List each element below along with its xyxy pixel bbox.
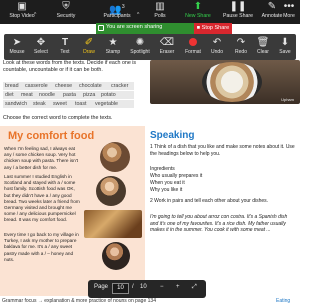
select-arrows-icon: ✥ bbox=[36, 37, 46, 48]
vocab-word: cracker bbox=[111, 83, 129, 89]
draw-pen-icon: ✐ bbox=[84, 37, 94, 48]
page-label: Page bbox=[94, 284, 109, 290]
footer-eating-label: Eating bbox=[276, 298, 291, 304]
undo-tool[interactable]: ↶ Undo bbox=[206, 36, 228, 58]
text-tool[interactable]: T Text bbox=[54, 36, 76, 58]
grammar-focus-note: Grammar focus → explanation & more pract… bbox=[2, 298, 156, 304]
story-paragraph: When I'm feeling sad, I always eat any /… bbox=[4, 146, 79, 170]
heading-item: Why you like it bbox=[150, 187, 183, 193]
trash-icon: 🗑 bbox=[256, 37, 270, 48]
speaking-question-1: 1 Think of a dish that you like and make… bbox=[150, 144, 295, 157]
vocab-row: diet meat noodle pasta pizza potato bbox=[3, 91, 134, 99]
page-total: 10 bbox=[140, 284, 147, 290]
screen-share-icon bbox=[98, 25, 104, 31]
vocab-word: chocolate bbox=[79, 83, 102, 89]
speaking-heading: Speaking bbox=[150, 130, 195, 141]
stamp-tool[interactable]: ★ Stamp bbox=[102, 36, 124, 58]
stop-video-button[interactable]: ▣ Stop Video bbox=[0, 1, 44, 23]
stop-share-button[interactable]: ■ Stop Share bbox=[194, 23, 232, 34]
new-share-button[interactable]: ⬆ New Share bbox=[176, 1, 220, 23]
person-photo bbox=[96, 176, 126, 206]
example-answer: I'm going to tell you about arroz con co… bbox=[150, 214, 288, 234]
more-dots-icon: ••• bbox=[283, 1, 295, 12]
vocab-word: steak bbox=[33, 101, 46, 107]
heading-item: Ingredients bbox=[150, 166, 175, 172]
fullscreen-icon[interactable]: ⤢ bbox=[192, 284, 197, 291]
eraser-tool[interactable]: ⌫ Eraser bbox=[156, 36, 178, 58]
page-navigation-bar: Page 10 / 10 − + ⤢ bbox=[88, 280, 206, 298]
spotlight-icon: ✺ bbox=[135, 37, 145, 48]
panel-title: My comfort food bbox=[8, 130, 95, 142]
person-photo bbox=[100, 142, 130, 172]
participants-icon: 👥3 bbox=[109, 4, 125, 16]
zoom-toolbar: ▣ Stop Video ^ ⛨ Security 👥3 Participant… bbox=[0, 0, 300, 24]
save-tool[interactable]: ⬇ Save bbox=[274, 36, 296, 58]
photo-caption: Upham bbox=[281, 97, 294, 102]
format-tool[interactable]: Format bbox=[182, 36, 204, 58]
vocab-word: cheese bbox=[55, 83, 73, 89]
speaking-question-2: 2 Work in pairs and tell each other abou… bbox=[150, 198, 269, 204]
vocab-word: toast bbox=[75, 101, 87, 107]
stamp-star-icon: ★ bbox=[108, 37, 118, 48]
person-photo bbox=[102, 242, 130, 270]
vocab-word: meat bbox=[21, 92, 33, 98]
exercise-c-instructions: Choose the correct word to complete the … bbox=[3, 115, 113, 121]
video-camera-icon: ▣ bbox=[17, 1, 27, 12]
cursor-icon: ➤ bbox=[12, 37, 22, 48]
heading-item: Who usually prepares it bbox=[150, 173, 203, 179]
participants-button[interactable]: 👥3 Participants bbox=[92, 1, 142, 23]
bowl-image bbox=[202, 62, 262, 102]
vocab-word: potato bbox=[101, 92, 116, 98]
shield-icon: ⛨ bbox=[62, 1, 70, 12]
story-paragraph: Every time I go back to my village in Tu… bbox=[4, 232, 79, 262]
zoom-in-button[interactable]: + bbox=[176, 284, 180, 290]
speaking-section: Speaking 1 Think of a dish that you like… bbox=[150, 126, 300, 296]
select-tool[interactable]: ✥ Select bbox=[30, 36, 52, 58]
vocab-word: noodle bbox=[39, 92, 55, 98]
heading-item: When you eat it bbox=[150, 180, 185, 186]
bread-photo bbox=[84, 210, 142, 238]
vocab-word: bread bbox=[5, 83, 19, 89]
vocab-row: bread casserole cheese chocolate cracker bbox=[3, 82, 134, 90]
save-icon: ⬇ bbox=[280, 37, 290, 48]
shared-document: Look at these words from the texts. Deci… bbox=[0, 60, 300, 304]
story-paragraph: Last summer I studied English in Scotlan… bbox=[4, 174, 80, 223]
vocab-word: sweet bbox=[53, 101, 67, 107]
vocab-word: sandwich bbox=[5, 101, 28, 107]
vocab-word: pizza bbox=[83, 92, 96, 98]
comfort-food-panel: My comfort food When I'm feeling sad, I … bbox=[0, 126, 145, 296]
page-number-input[interactable]: 10 bbox=[112, 283, 129, 294]
soup-bowl-photo: Upham bbox=[150, 60, 300, 104]
spotlight-tool[interactable]: ✺ Spotlight bbox=[126, 36, 154, 58]
text-t-icon: T bbox=[61, 37, 69, 48]
security-button[interactable]: ⛨ Security bbox=[44, 1, 88, 23]
participants-count: 3 bbox=[121, 4, 125, 10]
page-separator: / bbox=[132, 284, 134, 290]
eraser-icon: ⌫ bbox=[159, 37, 175, 48]
chevron-up-icon[interactable]: ^ bbox=[34, 12, 36, 18]
clear-tool[interactable]: 🗑 Clear bbox=[252, 36, 274, 58]
mouse-tool[interactable]: ➤ Mouse bbox=[6, 36, 28, 58]
vocab-word: vegetable bbox=[95, 101, 118, 107]
format-color-icon bbox=[182, 36, 204, 49]
vocab-row: sandwich steak sweet toast vegetable bbox=[3, 100, 134, 108]
draw-tool[interactable]: ✐ Draw bbox=[78, 36, 100, 58]
share-arrow-icon: ⬆ bbox=[193, 1, 203, 12]
exercise-b-instructions: Look at these words from the texts. Deci… bbox=[3, 60, 137, 73]
vocab-word: diet bbox=[5, 92, 14, 98]
vocab-word: pasta bbox=[63, 92, 76, 98]
screen-sharing-banner: You are screen sharing ■ Stop Share bbox=[96, 23, 232, 34]
undo-icon: ↶ bbox=[212, 37, 222, 48]
redo-tool[interactable]: ↷ Redo bbox=[230, 36, 252, 58]
annotation-toolbar: ➤ Mouse ✥ Select T Text ✐ Draw ★ Stamp ✺ Spotl… bbox=[4, 34, 296, 60]
vocab-word: casserole bbox=[25, 83, 48, 89]
redo-icon: ↷ bbox=[236, 37, 246, 48]
more-button[interactable]: ••• More bbox=[278, 1, 300, 23]
zoom-out-button[interactable]: − bbox=[160, 284, 164, 290]
